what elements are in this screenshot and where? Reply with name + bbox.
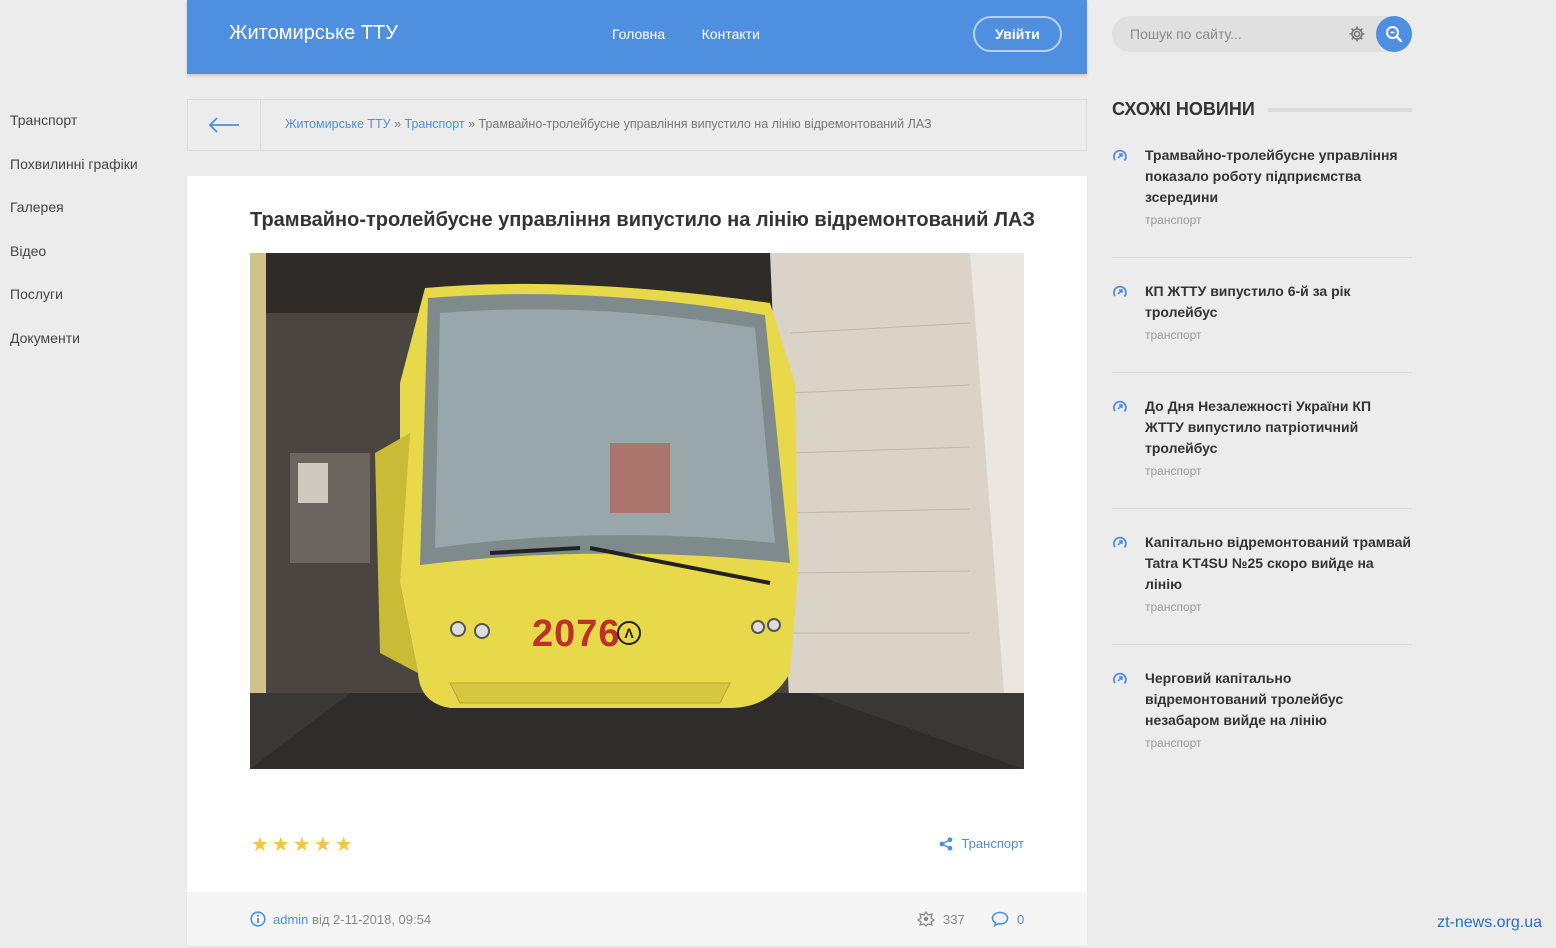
related-news-category[interactable]: транспорт: [1145, 736, 1412, 750]
breadcrumb: Житомирське ТТУ » Транспорт » Трамвайно-…: [187, 99, 1087, 151]
link-arrow-icon: [1113, 285, 1127, 298]
related-news-item[interactable]: Капітально відремонтований трамвай Tatra…: [1112, 532, 1412, 645]
related-news-title-link[interactable]: Черговий капітально відремонтований трол…: [1145, 668, 1412, 731]
site-brand[interactable]: Житомирське ТТУ: [229, 22, 398, 45]
search-icon: [1386, 26, 1403, 43]
related-news-item[interactable]: Трамвайно-тролейбусне управління показал…: [1112, 145, 1412, 258]
rating-stars[interactable]: ★★★★★: [251, 832, 356, 857]
share-icon: [940, 836, 953, 851]
left-nav-services[interactable]: Послуги: [10, 282, 180, 326]
arrow-left-icon: [208, 117, 239, 133]
article-title: Трамвайно-тролейбусне управління випусти…: [250, 209, 1036, 231]
article-author-info: admin від 2-11-2018, 09:54: [250, 911, 431, 927]
breadcrumb-separator: »: [390, 117, 405, 131]
article-meta-bar: admin від 2-11-2018, 09:54 337 0: [187, 892, 1087, 946]
breadcrumb-path: Житомирське ТТУ » Транспорт » Трамвайно-…: [285, 117, 932, 131]
nav-contacts[interactable]: Контакти: [702, 26, 760, 42]
views-counter: 337: [917, 911, 965, 927]
related-news-item[interactable]: Черговий капітально відремонтований трол…: [1112, 668, 1412, 781]
search-button[interactable]: [1376, 16, 1412, 52]
link-arrow-icon: [1113, 400, 1127, 413]
search-input[interactable]: [1112, 16, 1352, 52]
related-news-item[interactable]: КП ЖТТУ випустило 6-й за рік тролейбус т…: [1112, 281, 1412, 373]
views-icon: [917, 911, 935, 927]
left-nav: Транспорт Похвилинні графіки Галерея Від…: [10, 108, 180, 369]
article-tag-label[interactable]: Транспорт: [961, 836, 1024, 851]
article-photo[interactable]: 2076 Λ: [250, 253, 1024, 769]
watermark: zt-news.org.ua: [1437, 914, 1542, 931]
link-arrow-icon: [1113, 672, 1127, 685]
left-nav-documents[interactable]: Документи: [10, 326, 180, 370]
related-news-title-link[interactable]: КП ЖТТУ випустило 6-й за рік тролейбус: [1145, 281, 1412, 323]
gear-icon[interactable]: [1348, 25, 1366, 43]
title-divider: [1268, 108, 1412, 112]
article-card: Трамвайно-тролейбусне управління випусти…: [187, 176, 1087, 946]
top-nav: Головна Контакти: [612, 26, 792, 44]
link-arrow-icon: [1113, 536, 1127, 549]
comments-count[interactable]: 0: [1017, 912, 1024, 927]
trolleybus-photo-illustration: [250, 253, 1024, 769]
left-nav-video[interactable]: Відео: [10, 239, 180, 283]
related-news-title-link[interactable]: До Дня Незалежності України КП ЖТТУ випу…: [1145, 396, 1412, 459]
laz-logo-icon: Λ: [617, 621, 641, 645]
info-icon: [250, 911, 266, 927]
article-date: від 2-11-2018, 09:54: [308, 911, 432, 927]
author-link[interactable]: admin: [273, 912, 308, 927]
site-header: Житомирське ТТУ Головна Контакти Увійти: [187, 0, 1087, 74]
related-news-category[interactable]: транспорт: [1145, 464, 1412, 478]
login-button[interactable]: Увійти: [973, 16, 1062, 52]
breadcrumb-separator: »: [464, 117, 479, 131]
photo-bus-number: 2076: [532, 613, 621, 655]
related-news-title-link[interactable]: Трамвайно-тролейбусне управління показал…: [1145, 145, 1412, 208]
comments-counter[interactable]: 0: [991, 911, 1024, 927]
article-tag[interactable]: Транспорт: [939, 836, 1024, 851]
related-news-list: Трамвайно-тролейбусне управління показал…: [1112, 145, 1412, 781]
left-nav-gallery[interactable]: Галерея: [10, 195, 180, 239]
left-nav-schedules[interactable]: Похвилинні графіки: [10, 152, 180, 196]
related-news-category[interactable]: транспорт: [1145, 328, 1412, 342]
breadcrumb-home[interactable]: Житомирське ТТУ: [285, 117, 391, 131]
related-news-title-link[interactable]: Капітально відремонтований трамвай Tatra…: [1145, 532, 1412, 595]
breadcrumb-current: Трамвайно-тролейбусне управління випусти…: [478, 117, 932, 131]
related-news-item[interactable]: До Дня Незалежності України КП ЖТТУ випу…: [1112, 396, 1412, 509]
search-box: [1112, 16, 1412, 52]
breadcrumb-category[interactable]: Транспорт: [405, 117, 465, 131]
back-button[interactable]: [188, 100, 261, 150]
nav-home[interactable]: Головна: [612, 26, 665, 42]
related-news-category[interactable]: транспорт: [1145, 213, 1412, 227]
left-nav-transport[interactable]: Транспорт: [10, 108, 180, 152]
views-count: 337: [943, 911, 965, 927]
link-arrow-icon: [1113, 149, 1127, 162]
comment-icon: [991, 911, 1009, 927]
related-news-title: СХОЖІ НОВИНИ: [1112, 99, 1255, 119]
related-news-category[interactable]: транспорт: [1145, 600, 1412, 614]
